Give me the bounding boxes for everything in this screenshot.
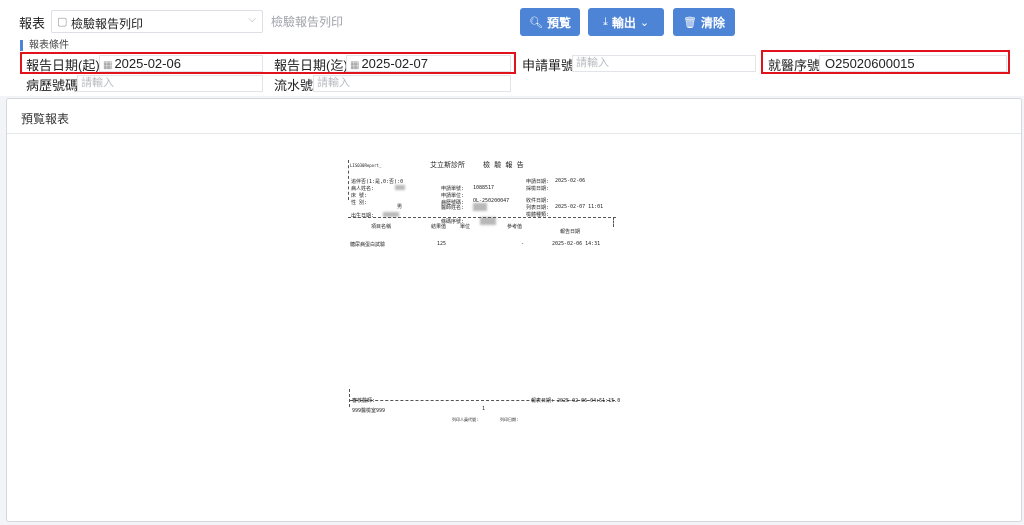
doc-print-date-label: 列表日期: [526, 205, 550, 211]
doc-footer-print-time: 報表日期: 2025-02-06 04:51:15.0 [531, 398, 621, 404]
doc-col-unit: 單位 [460, 224, 471, 230]
clear-button-label: 清除 [700, 15, 725, 30]
doc-order-unit: 申請單位: [441, 193, 465, 199]
chevron-down-icon: ⌵ [248, 14, 256, 25]
doc-gender-value: 男 [397, 204, 403, 210]
doc-row-report-date: 2025-02-06 14:31 [552, 241, 601, 247]
serial-no-label: 流水號 [274, 78, 314, 93]
doc-gender: 性 別: [351, 200, 368, 206]
doc-border-right [613, 217, 614, 227]
doc-collect-date: 採檢日期: [526, 186, 550, 192]
report-document-preview: LIS030Report_ 艾立斯診所 檢 驗 報 告 追伴否(1:是,0:否)… [345, 157, 620, 427]
doc-footer-page: 1 [482, 406, 486, 412]
doc-doctor: 醫師姓名: [441, 205, 465, 211]
doc-print-date-value: 2025-02-07 11:01 [555, 204, 604, 210]
doc-col-report-date: 報告日期 [560, 229, 581, 235]
export-button-label: 輸出 [611, 15, 636, 30]
doc-footer-verifier: 審核醫師: [352, 398, 376, 404]
trash-icon: 🗑︎ [683, 16, 697, 29]
clear-button[interactable]: 🗑︎ 清除 [673, 8, 735, 36]
doc-request-date-value: 2025-02-06 [555, 178, 586, 184]
doc-request-no-label: 申請單號: [441, 186, 465, 192]
doc-receive-date: 收件日期: [526, 198, 550, 204]
report-select[interactable]: ▢ 檢驗報告列印 ⌵ [51, 10, 263, 33]
top-toolbar: 報表 ▢ 檢驗報告列印 ⌵ 檢驗報告列印 🔍︎ 預覧 ⤓ 輸出 ⌄ 🗑︎ 清除 … [0, 0, 1024, 96]
doc-patient-name: 病人姓名: [351, 186, 375, 192]
document-icon: ▢ [57, 16, 68, 28]
conditions-section-title: 報表條件 [20, 40, 69, 51]
doc-row-result: 125 [437, 241, 447, 247]
doc-col-result: 結果值 [431, 224, 447, 230]
chevron-down-icon: ⌄ [639, 16, 650, 29]
redacted-doctor [473, 203, 487, 211]
doc-title: 檢 驗 報 告 [483, 161, 524, 169]
report-name: 檢驗報告列印 [271, 15, 344, 29]
report-label: 報表 [19, 16, 46, 31]
doc-request-no-value: 1088517 [473, 185, 495, 191]
download-icon: ⤓ [602, 15, 608, 28]
doc-footer-printer: 列印人員代號: [452, 417, 479, 422]
preview-button[interactable]: 🔍︎ 預覧 [520, 8, 580, 36]
redacted-name [395, 185, 405, 190]
date-range-highlight [20, 52, 516, 74]
doc-footer-left-border [349, 389, 350, 407]
preview-button-label: 預覧 [546, 15, 571, 30]
doc-request-date-label: 申請日期: [526, 179, 550, 185]
doc-col-item: 項目名稱 [371, 224, 392, 230]
doc-row-ref: - [521, 241, 525, 247]
doc-urgent: 追伴否(1:是,0:否):0 [351, 179, 404, 185]
doc-clinic-title: 艾立斯診所 [430, 161, 465, 169]
preview-panel-title: 預覧報表 [21, 112, 70, 126]
panel-divider [7, 133, 1021, 134]
doc-border-left [348, 160, 349, 200]
chart-no-input[interactable]: 請輸入 [77, 75, 263, 92]
doc-col-ref: 參考值 [507, 224, 523, 230]
doc-divider-top [348, 217, 616, 218]
export-button[interactable]: ⤓ 輸出 ⌄ [588, 8, 664, 36]
report-select-value: 檢驗報告列印 [71, 17, 144, 31]
serial-no-input[interactable]: 請輸入 [313, 75, 511, 92]
redacted-barcode [480, 217, 496, 225]
doc-footer-sign: 列印日期: [500, 417, 519, 422]
doc-report-id: LIS030Report_ [350, 163, 382, 168]
request-no-label: 申請單號 [522, 58, 575, 73]
request-no-input[interactable]: 請輸入 [572, 55, 756, 72]
doc-bed: 床 號: [351, 193, 368, 199]
doc-footer-name: 999醫檢室999 [352, 408, 386, 414]
visit-no-highlight [761, 50, 1010, 74]
chart-no-label: 病歷號碼 [26, 78, 79, 93]
search-icon: 🔍︎ [529, 16, 543, 29]
doc-row-item: 糖尿病蛋白試驗 [350, 242, 386, 248]
